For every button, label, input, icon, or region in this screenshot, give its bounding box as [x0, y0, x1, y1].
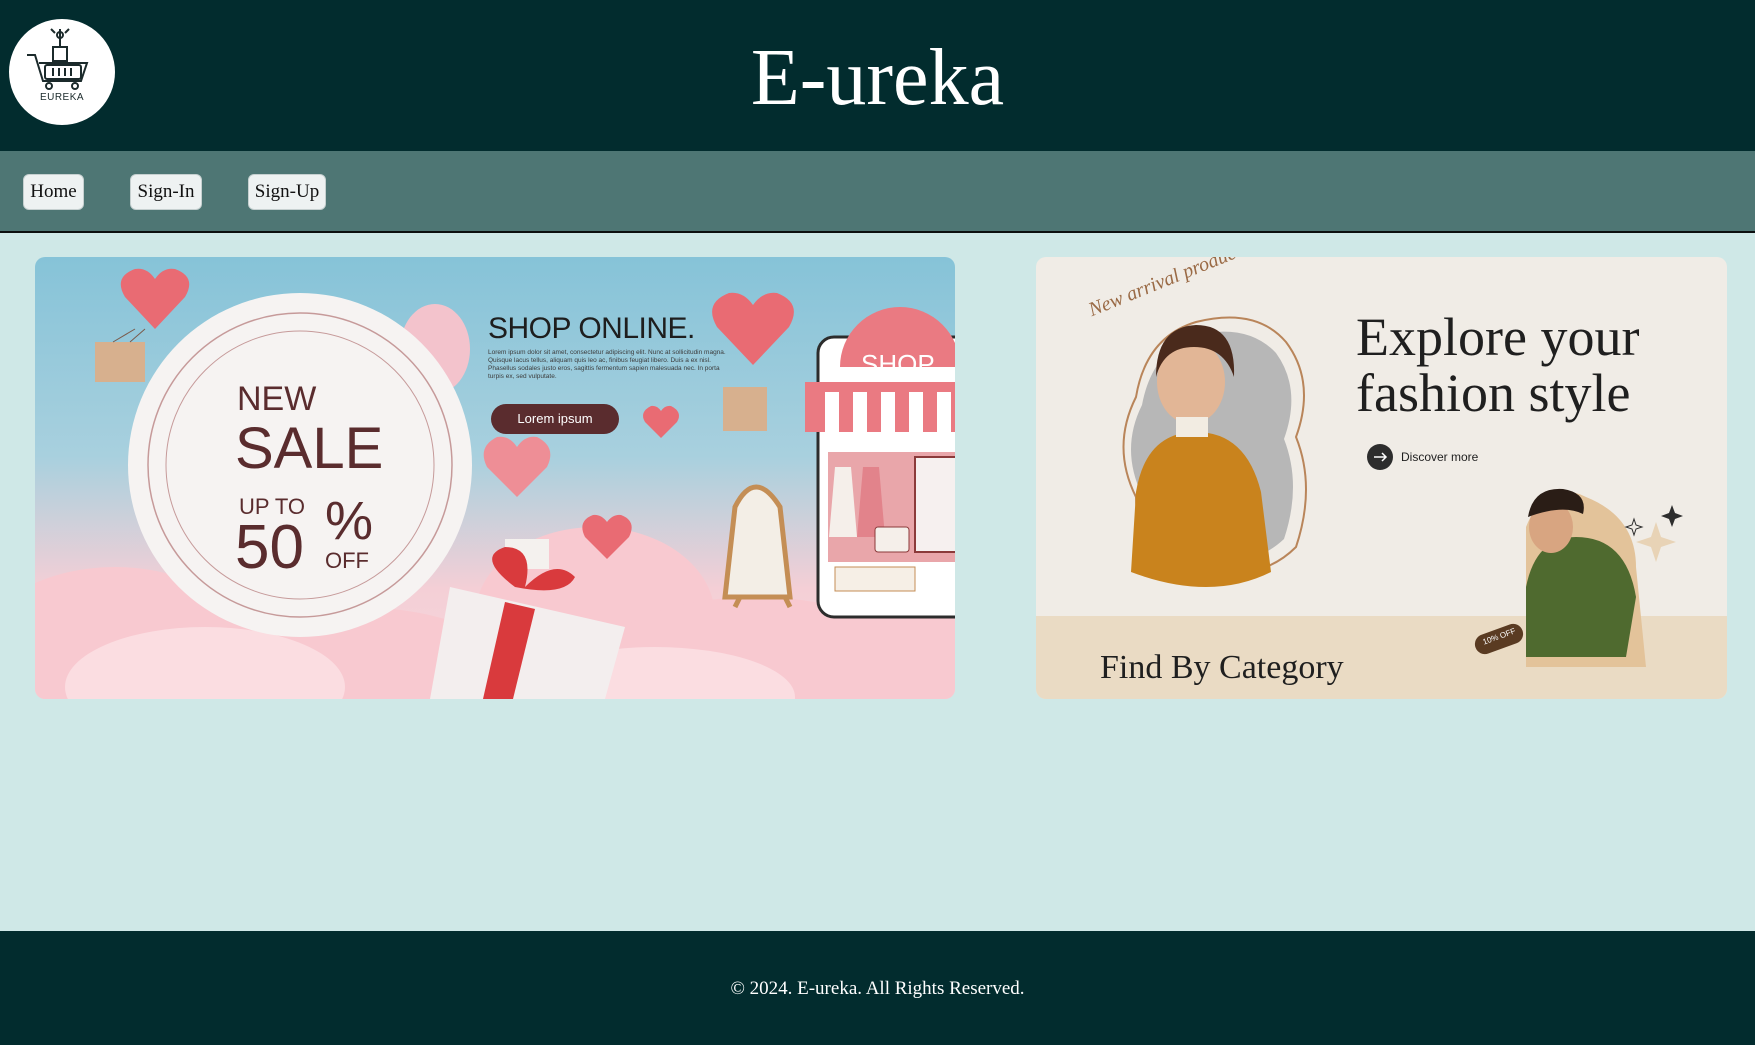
- nav-sign-in-button[interactable]: Sign-In: [130, 174, 202, 210]
- explore-heading-line2: fashion style: [1356, 363, 1631, 423]
- site-title: E-ureka: [750, 34, 1005, 122]
- shop-online-body: Lorem ipsum dolor sit amet, consectetur …: [488, 349, 726, 380]
- find-by-category-label[interactable]: Find By Category: [1100, 649, 1344, 687]
- sale-banner[interactable]: NEW SALE UP TO 50 % OFF SHOP ONLINE. Lor…: [35, 257, 955, 699]
- discover-more-link[interactable]: Discover more: [1401, 450, 1478, 464]
- copyright-text: © 2024. E-ureka. All Rights Reserved.: [730, 978, 1025, 999]
- site-header: EUREKA E-ureka: [0, 0, 1755, 151]
- sale-off-label: OFF: [325, 548, 369, 573]
- sale-percent-number: 50: [235, 513, 304, 582]
- shop-online-heading: SHOP ONLINE.: [488, 312, 695, 345]
- nav-home-button[interactable]: Home: [23, 174, 84, 210]
- nav-sign-up-button[interactable]: Sign-Up: [248, 174, 326, 210]
- site-footer: © 2024. E-ureka. All Rights Reserved.: [0, 931, 1755, 1045]
- explore-heading-line1: Explore your: [1356, 307, 1640, 367]
- lorem-ipsum-button[interactable]: Lorem ipsum: [491, 404, 619, 434]
- sale-title: SALE: [235, 416, 384, 481]
- sale-new-label: NEW: [237, 380, 317, 418]
- fashion-banner[interactable]: New arrival product Explore your fashion…: [1036, 257, 1727, 699]
- shop-sign-label: SHOP: [861, 349, 935, 379]
- sale-percent-sign: %: [325, 491, 374, 551]
- main-navigation: Home Sign-In Sign-Up: [0, 151, 1755, 233]
